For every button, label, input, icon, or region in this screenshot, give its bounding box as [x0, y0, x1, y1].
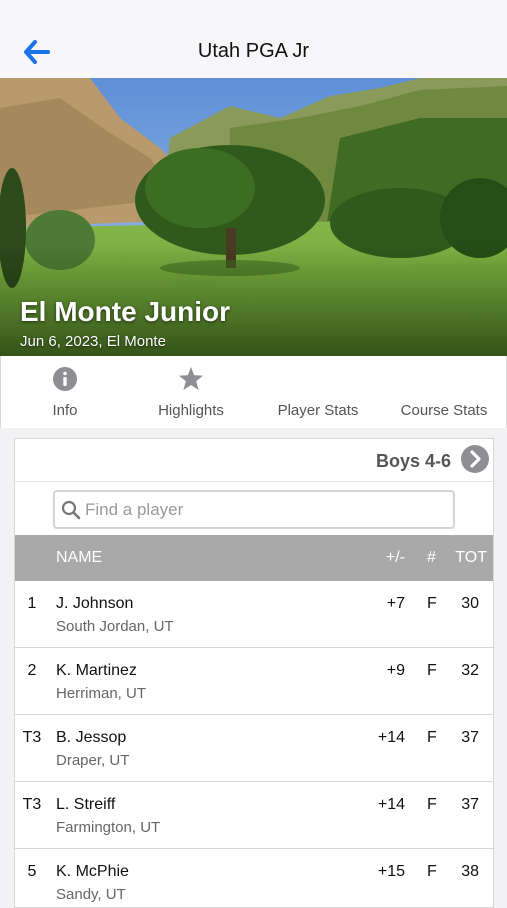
player-plus-minus: +14: [377, 796, 405, 813]
tab-player-stats[interactable]: Player Stats: [253, 356, 383, 428]
table-row[interactable]: 5 K. McPhie Sandy, UT +15 F 38: [15, 849, 493, 907]
player-total: 37: [461, 729, 479, 746]
player-search[interactable]: [53, 490, 455, 529]
divider: [15, 481, 493, 482]
player-position: 5: [27, 863, 37, 880]
player-location: Farmington, UT: [56, 819, 161, 836]
player-name: B. Jessop: [56, 729, 127, 746]
info-icon: [52, 366, 78, 392]
table-row[interactable]: T3 B. Jessop Draper, UT +14 F 37: [15, 715, 493, 782]
tab-info-label: Info: [52, 402, 78, 419]
search-icon: [61, 500, 81, 520]
player-thru: F: [427, 729, 437, 746]
table-row[interactable]: 1 J. Johnson South Jordan, UT +7 F 30: [15, 581, 493, 648]
player-location: Sandy, UT: [56, 886, 126, 903]
player-thru: F: [427, 595, 437, 612]
player-location: South Jordan, UT: [56, 618, 174, 635]
player-position: 2: [27, 662, 37, 679]
tab-course-stats-label: Course Stats: [400, 402, 488, 419]
tab-highlights[interactable]: Highlights: [129, 356, 253, 428]
tab-info[interactable]: Info: [1, 356, 129, 428]
player-total: 37: [461, 796, 479, 813]
column-header-name[interactable]: NAME: [56, 549, 102, 567]
chevron-right-icon[interactable]: [461, 445, 489, 473]
search-input[interactable]: [85, 496, 445, 524]
player-total: 32: [461, 662, 479, 679]
player-plus-minus: +7: [386, 595, 405, 612]
column-header-thru[interactable]: #: [427, 549, 436, 567]
player-thru: F: [427, 796, 437, 813]
player-location: Draper, UT: [56, 752, 130, 769]
tab-course-stats[interactable]: Course Stats: [383, 356, 505, 428]
player-position: T3: [22, 729, 42, 746]
player-name: K. Martinez: [56, 662, 137, 679]
column-header-plus-minus[interactable]: +/-: [386, 549, 405, 567]
player-plus-minus: +14: [377, 729, 405, 746]
table-row[interactable]: 2 K. Martinez Herriman, UT +9 F 32: [15, 648, 493, 715]
player-total: 38: [461, 863, 479, 880]
leaderboard-card: Boys 4-6 NAME +/- # TOT 1 J. Johnson Sou…: [14, 438, 494, 908]
player-position: T3: [22, 796, 42, 813]
player-total: 30: [461, 595, 479, 612]
player-position: 1: [27, 595, 37, 612]
player-thru: F: [427, 662, 437, 679]
player-thru: F: [427, 863, 437, 880]
table-row[interactable]: T3 L. Streiff Farmington, UT +14 F 37: [15, 782, 493, 849]
tab-highlights-label: Highlights: [158, 402, 224, 419]
division-label[interactable]: Boys 4-6: [376, 451, 451, 472]
navigation-bar: Utah PGA Jr: [0, 0, 507, 78]
player-name: L. Streiff: [56, 796, 116, 813]
leaderboard-header: NAME +/- # TOT: [15, 535, 493, 581]
tab-player-stats-label: Player Stats: [277, 402, 359, 419]
player-name: J. Johnson: [56, 595, 134, 612]
player-plus-minus: +9: [386, 662, 405, 679]
player-name: K. McPhie: [56, 863, 129, 880]
tournament-banner: El Monte Junior Jun 6, 2023, El Monte: [0, 78, 507, 356]
star-icon: [178, 366, 204, 392]
tournament-title: El Monte Junior: [20, 296, 230, 327]
player-plus-minus: +15: [377, 863, 405, 880]
column-header-total[interactable]: TOT: [455, 549, 487, 567]
page-title: Utah PGA Jr: [197, 40, 310, 62]
tournament-date-location: Jun 6, 2023, El Monte: [20, 333, 166, 350]
tab-bar: Info Highlights Player Stats Course Stat…: [0, 356, 507, 428]
player-location: Herriman, UT: [56, 685, 147, 702]
